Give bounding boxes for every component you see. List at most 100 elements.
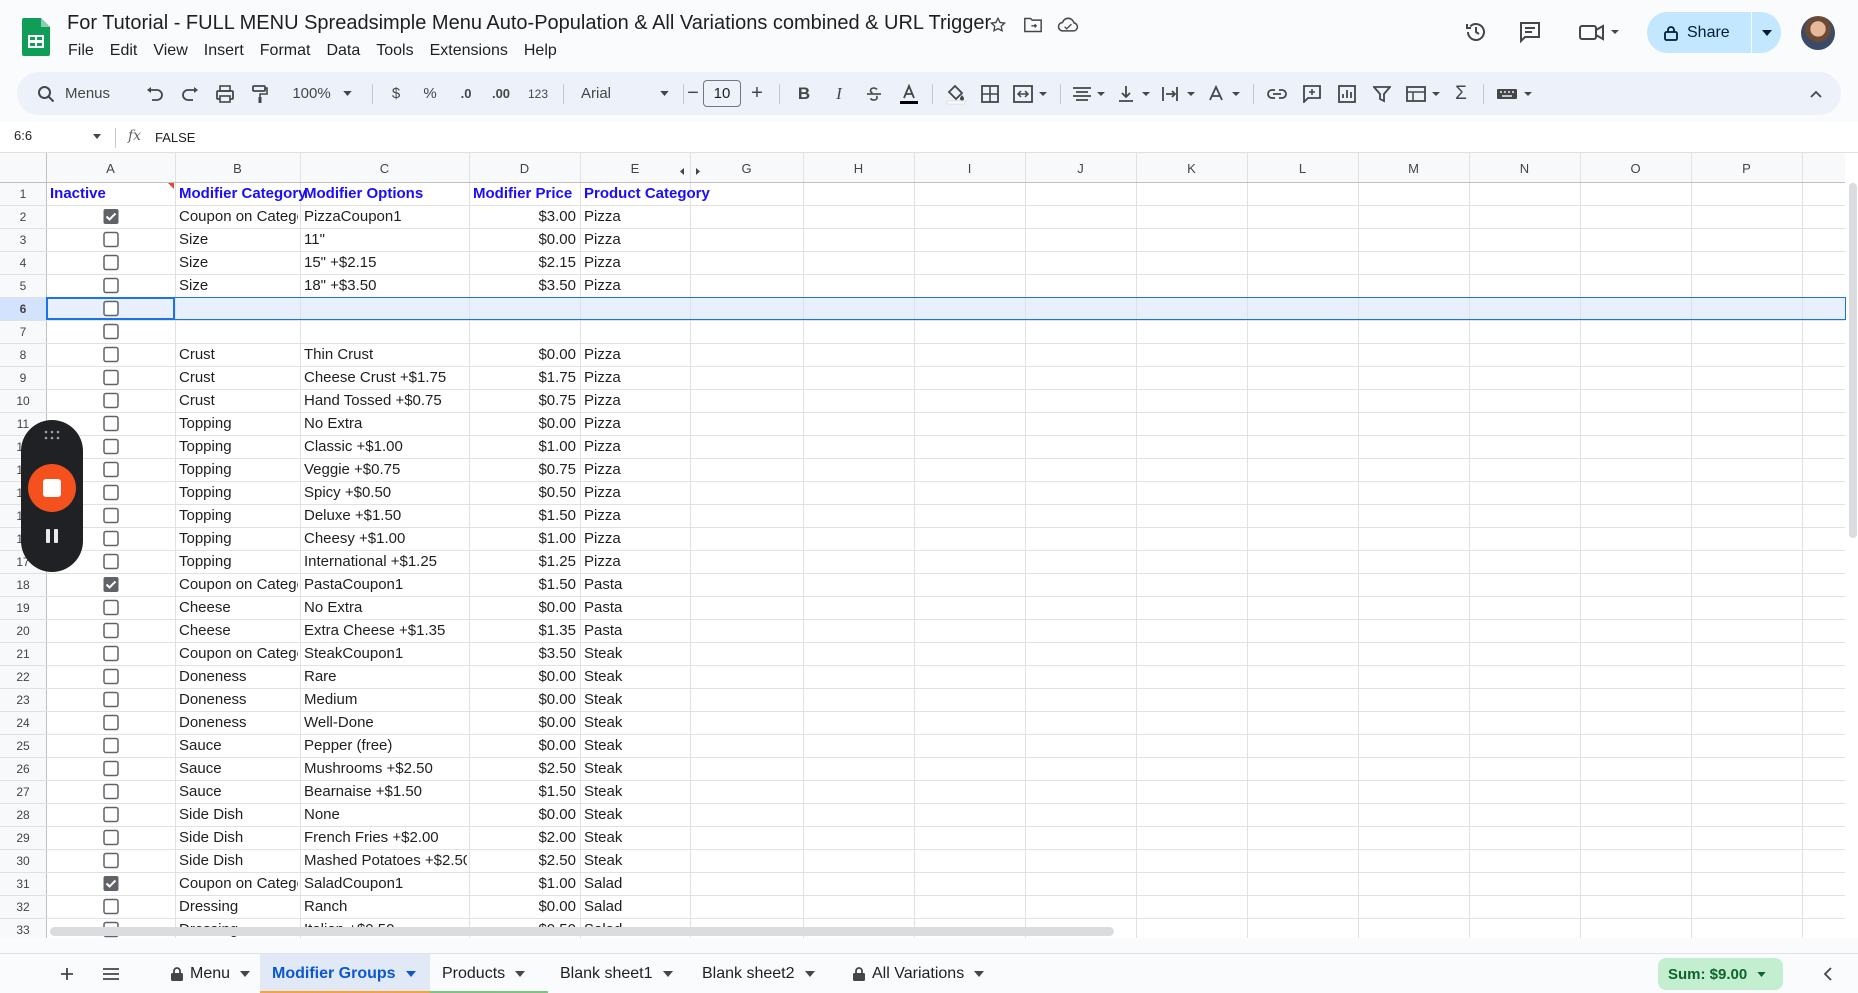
chevron-down-icon[interactable] <box>804 971 815 977</box>
menu-data[interactable]: Data <box>318 40 368 62</box>
menu-edit[interactable]: Edit <box>102 40 146 62</box>
share-dropdown-icon[interactable] <box>1752 12 1781 53</box>
cell-modifier-category[interactable]: Cheese <box>179 599 231 616</box>
cell-modifier-price[interactable]: $0.00 <box>538 415 576 432</box>
menu-insert[interactable]: Insert <box>196 40 252 62</box>
cell-modifier-option[interactable]: None <box>304 806 340 823</box>
cell-modifier-category[interactable]: Side Dish <box>179 806 243 823</box>
cell-modifier-option[interactable]: No Extra <box>304 415 363 432</box>
cell-modifier-category[interactable]: Size <box>179 277 208 294</box>
column-header-m[interactable]: M <box>1408 161 1419 176</box>
checkbox[interactable] <box>103 691 119 708</box>
checkbox[interactable] <box>103 254 119 271</box>
cell-product-category[interactable]: Steak <box>584 668 623 685</box>
avatar[interactable] <box>1801 16 1835 50</box>
cell-modifier-price[interactable]: $2.50 <box>538 760 576 777</box>
cell-modifier-option[interactable]: PizzaCoupon1 <box>304 208 402 225</box>
borders-icon[interactable] <box>978 72 1002 115</box>
column-header-p[interactable]: P <box>1742 161 1751 176</box>
cell-product-category[interactable]: Pizza <box>584 507 621 524</box>
checkbox[interactable] <box>103 484 119 501</box>
cell-modifier-option[interactable]: Extra Cheese +$1.35 <box>304 622 445 639</box>
cell-modifier-price[interactable]: $3.50 <box>538 645 576 662</box>
cell-modifier-option[interactable]: Cheesy +$1.00 <box>304 530 405 547</box>
menu-format[interactable]: Format <box>252 40 319 62</box>
row-header-10[interactable]: 10 <box>16 394 30 408</box>
cell-modifier-price[interactable]: $0.00 <box>538 806 576 823</box>
cell-modifier-category[interactable]: Crust <box>179 346 216 363</box>
checkbox[interactable] <box>103 415 119 432</box>
font-size-input[interactable]: 10 <box>703 80 741 107</box>
menu-file[interactable]: File <box>60 40 102 62</box>
more-formats-button[interactable]: 123 <box>523 72 553 115</box>
cell-modifier-category[interactable]: Topping <box>179 415 232 432</box>
cell-modifier-option[interactable]: French Fries +$2.00 <box>304 829 439 846</box>
print-icon[interactable] <box>212 72 238 115</box>
checkbox[interactable] <box>103 346 119 363</box>
font-family-select[interactable]: Arial <box>575 72 675 115</box>
column-header-a[interactable]: A <box>106 161 115 176</box>
checkbox[interactable] <box>103 323 119 340</box>
cell-modifier-category[interactable]: Sauce <box>179 737 222 754</box>
cell-modifier-category[interactable]: Topping <box>179 507 232 524</box>
header-cell-5[interactable]: Product Category <box>584 185 711 202</box>
sheet-tab-modifier-groups[interactable]: Modifier Groups <box>260 954 430 993</box>
sheet-tab-all-variations[interactable]: All Variations <box>840 954 1016 993</box>
header-cell-1[interactable]: Inactive <box>50 185 106 202</box>
cell-modifier-price[interactable]: $0.00 <box>538 231 576 248</box>
cell-modifier-price[interactable]: $1.50 <box>538 783 576 800</box>
column-header-o[interactable]: O <box>1630 161 1640 176</box>
cell-modifier-category[interactable]: Crust <box>179 392 216 409</box>
cell-modifier-price[interactable]: $0.00 <box>538 737 576 754</box>
cell-modifier-option[interactable]: SaladCoupon1 <box>304 875 403 892</box>
checkbox[interactable] <box>103 599 119 616</box>
meet-video-icon[interactable] <box>1575 16 1625 48</box>
row-header-18[interactable]: 18 <box>16 578 30 592</box>
sheet-tab-menu[interactable]: Menu <box>158 954 250 993</box>
row-header-26[interactable]: 26 <box>16 762 30 776</box>
cell-modifier-option[interactable]: Thin Crust <box>304 346 374 363</box>
checkbox[interactable] <box>103 231 119 248</box>
cell-product-category[interactable]: Pizza <box>584 484 621 501</box>
cell-product-category[interactable]: Pizza <box>584 438 621 455</box>
row-header-5[interactable]: 5 <box>20 279 27 293</box>
chevron-down-icon[interactable] <box>662 971 673 977</box>
cell-product-category[interactable]: Steak <box>584 714 623 731</box>
checkbox[interactable] <box>103 829 119 846</box>
cell-modifier-category[interactable]: Cheese <box>179 622 231 639</box>
cell-modifier-category[interactable]: Size <box>179 254 208 271</box>
cell-product-category[interactable]: Salad <box>584 875 622 892</box>
cell-product-category[interactable]: Steak <box>584 760 623 777</box>
search-menus-button[interactable]: Menus <box>31 72 131 115</box>
text-rotation-icon[interactable] <box>1204 72 1244 115</box>
vertical-scrollbar-thumb[interactable] <box>1849 183 1857 538</box>
cell-modifier-category[interactable]: Side Dish <box>179 829 243 846</box>
checkbox-checked[interactable] <box>103 209 119 224</box>
column-header-h[interactable]: H <box>854 161 863 176</box>
chevron-down-icon[interactable] <box>515 971 526 977</box>
checkbox[interactable] <box>103 668 119 685</box>
row-header-25[interactable]: 25 <box>16 739 30 753</box>
zoom-select[interactable]: 100% <box>285 72 359 115</box>
row-header-30[interactable]: 30 <box>16 854 30 868</box>
sheet-tab-products[interactable]: Products <box>430 954 548 993</box>
checkbox[interactable] <box>103 277 119 294</box>
cell-modifier-option[interactable]: PastaCoupon1 <box>304 576 403 593</box>
row-header-33[interactable]: 33 <box>16 923 30 937</box>
bold-button[interactable]: B <box>793 72 815 115</box>
row-header-2[interactable]: 2 <box>20 210 27 224</box>
row-header-19[interactable]: 19 <box>16 601 30 615</box>
merge-cells-icon[interactable] <box>1011 72 1051 115</box>
cell-modifier-option[interactable]: Medium <box>304 691 357 708</box>
cell-modifier-category[interactable]: Side Dish <box>179 852 243 869</box>
cell-product-category[interactable]: Steak <box>584 829 623 846</box>
cell-product-category[interactable]: Steak <box>584 783 623 800</box>
cell-product-category[interactable]: Steak <box>584 806 623 823</box>
cell-modifier-option[interactable]: Well-Done <box>304 714 374 731</box>
row-header-23[interactable]: 23 <box>16 693 30 707</box>
row-header-24[interactable]: 24 <box>16 716 30 730</box>
checkbox[interactable] <box>103 369 119 386</box>
document-title[interactable]: For Tutorial - FULL MENU Spreadsimple Me… <box>67 12 991 35</box>
cell-modifier-price[interactable]: $0.75 <box>538 392 576 409</box>
cell-modifier-price[interactable]: $0.00 <box>538 898 576 915</box>
